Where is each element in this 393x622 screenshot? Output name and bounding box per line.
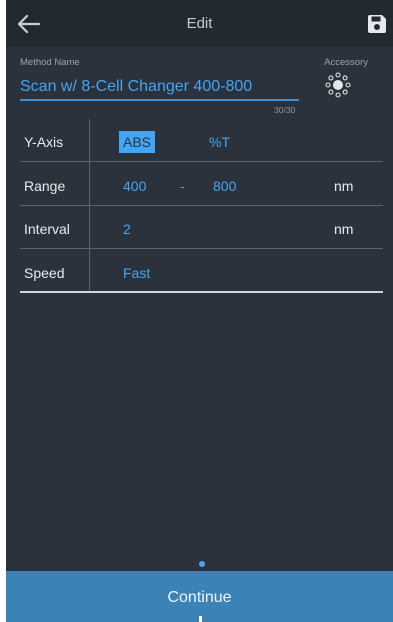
row-range: Range 400 - 800 nm bbox=[20, 163, 383, 206]
top-bar: Edit bbox=[6, 0, 393, 47]
y-axis-label: Y-Axis bbox=[24, 134, 64, 150]
method-parameters-table: Y-Axis ABS %T Range 400 - 800 nm Interva… bbox=[20, 119, 383, 294]
interval-value[interactable]: 2 bbox=[123, 221, 131, 237]
method-name-underline bbox=[20, 99, 299, 101]
continue-button[interactable]: Continue bbox=[6, 571, 393, 622]
cell-changer-icon bbox=[325, 72, 351, 98]
row-divider bbox=[20, 161, 383, 162]
row-interval: Interval 2 nm bbox=[20, 206, 383, 249]
y-axis-option-percent-t[interactable]: %T bbox=[209, 134, 230, 150]
accessory-label: Accessory bbox=[324, 57, 368, 68]
page-indicator-dot bbox=[199, 561, 205, 567]
range-label: Range bbox=[24, 178, 66, 194]
edit-screen: Edit Method Name 30/30 Accessory bbox=[6, 0, 393, 622]
interval-label: Interval bbox=[24, 221, 70, 237]
row-divider bbox=[20, 248, 383, 249]
speed-value[interactable]: Fast bbox=[123, 265, 150, 281]
method-name-input[interactable] bbox=[20, 76, 295, 98]
save-floppy-icon bbox=[368, 15, 386, 33]
speed-label: Speed bbox=[24, 265, 65, 281]
range-start-value[interactable]: 400 bbox=[123, 178, 146, 194]
home-indicator bbox=[199, 616, 202, 622]
row-y-axis: Y-Axis ABS %T bbox=[20, 119, 383, 162]
range-unit: nm bbox=[334, 178, 354, 194]
y-axis-option-abs[interactable]: ABS bbox=[119, 131, 156, 153]
table-bottom-divider bbox=[20, 291, 383, 293]
character-counter: 30/30 bbox=[274, 105, 296, 115]
row-speed: Speed Fast bbox=[20, 250, 383, 293]
range-end-value[interactable]: 800 bbox=[213, 178, 236, 194]
method-name-label: Method Name bbox=[20, 57, 80, 68]
save-button[interactable] bbox=[367, 14, 387, 34]
range-separator: - bbox=[180, 178, 185, 194]
accessory-button[interactable] bbox=[324, 71, 352, 99]
page-title: Edit bbox=[186, 15, 213, 32]
interval-unit: nm bbox=[334, 221, 354, 237]
